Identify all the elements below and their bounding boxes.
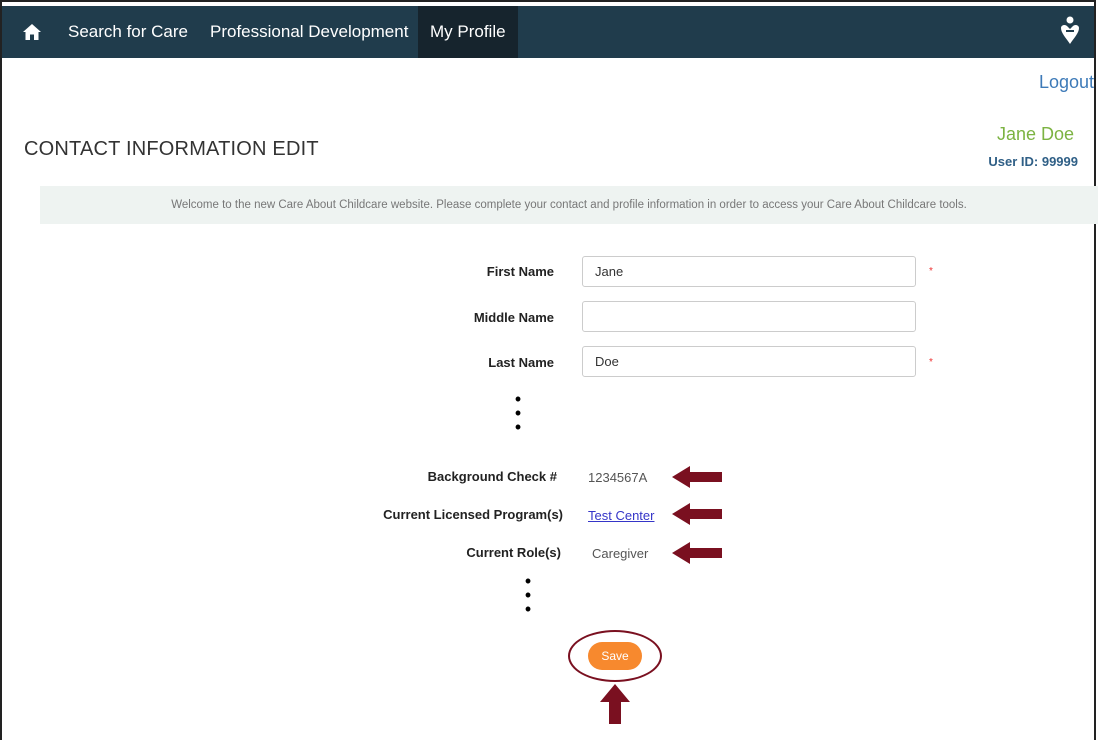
middle-name-label: Middle Name — [473, 310, 554, 325]
ellipsis-dots: • • • — [514, 389, 522, 437]
top-navbar: Search for Care Professional Development… — [2, 6, 1094, 58]
care-about-childcare-logo-icon — [1052, 14, 1088, 50]
required-marker: * — [929, 357, 933, 368]
first-name-label: First Name — [486, 264, 554, 279]
save-button[interactable]: Save — [588, 642, 642, 670]
middle-name-field[interactable] — [582, 301, 916, 332]
nav-professional-development[interactable]: Professional Development — [200, 6, 418, 58]
current-roles-value: Caregiver — [592, 546, 649, 561]
licensed-program-link[interactable]: Test Center — [588, 508, 654, 523]
ellipsis-dots: • • • — [524, 571, 532, 619]
nav-search-for-care[interactable]: Search for Care — [58, 6, 198, 58]
background-check-label: Background Check # — [427, 469, 557, 484]
last-name-field[interactable] — [582, 346, 916, 377]
welcome-banner: Welcome to the new Care About Childcare … — [40, 186, 1098, 224]
user-id: User ID: 99999 — [988, 154, 1078, 169]
first-name-field[interactable] — [582, 256, 916, 287]
annotation-up-arrow-icon — [600, 684, 630, 724]
annotation-arrow-icon — [672, 542, 722, 564]
page-title: CONTACT INFORMATION EDIT — [24, 138, 319, 160]
current-roles-label: Current Role(s) — [466, 545, 561, 560]
welcome-message: Welcome to the new Care About Childcare … — [171, 199, 967, 211]
annotation-arrow-icon — [672, 466, 722, 488]
required-marker: * — [929, 266, 933, 277]
screenshot-frame — [0, 0, 1096, 740]
last-name-label: Last Name — [488, 355, 554, 370]
nav-my-profile[interactable]: My Profile — [418, 6, 518, 58]
annotation-arrow-icon — [672, 503, 722, 525]
user-name: Jane Doe — [996, 124, 1074, 144]
home-icon[interactable] — [12, 6, 52, 58]
background-check-value: 1234567A — [588, 470, 648, 485]
logout-link[interactable]: Logout — [1039, 72, 1094, 93]
licensed-programs-label: Current Licensed Program(s) — [383, 507, 563, 522]
